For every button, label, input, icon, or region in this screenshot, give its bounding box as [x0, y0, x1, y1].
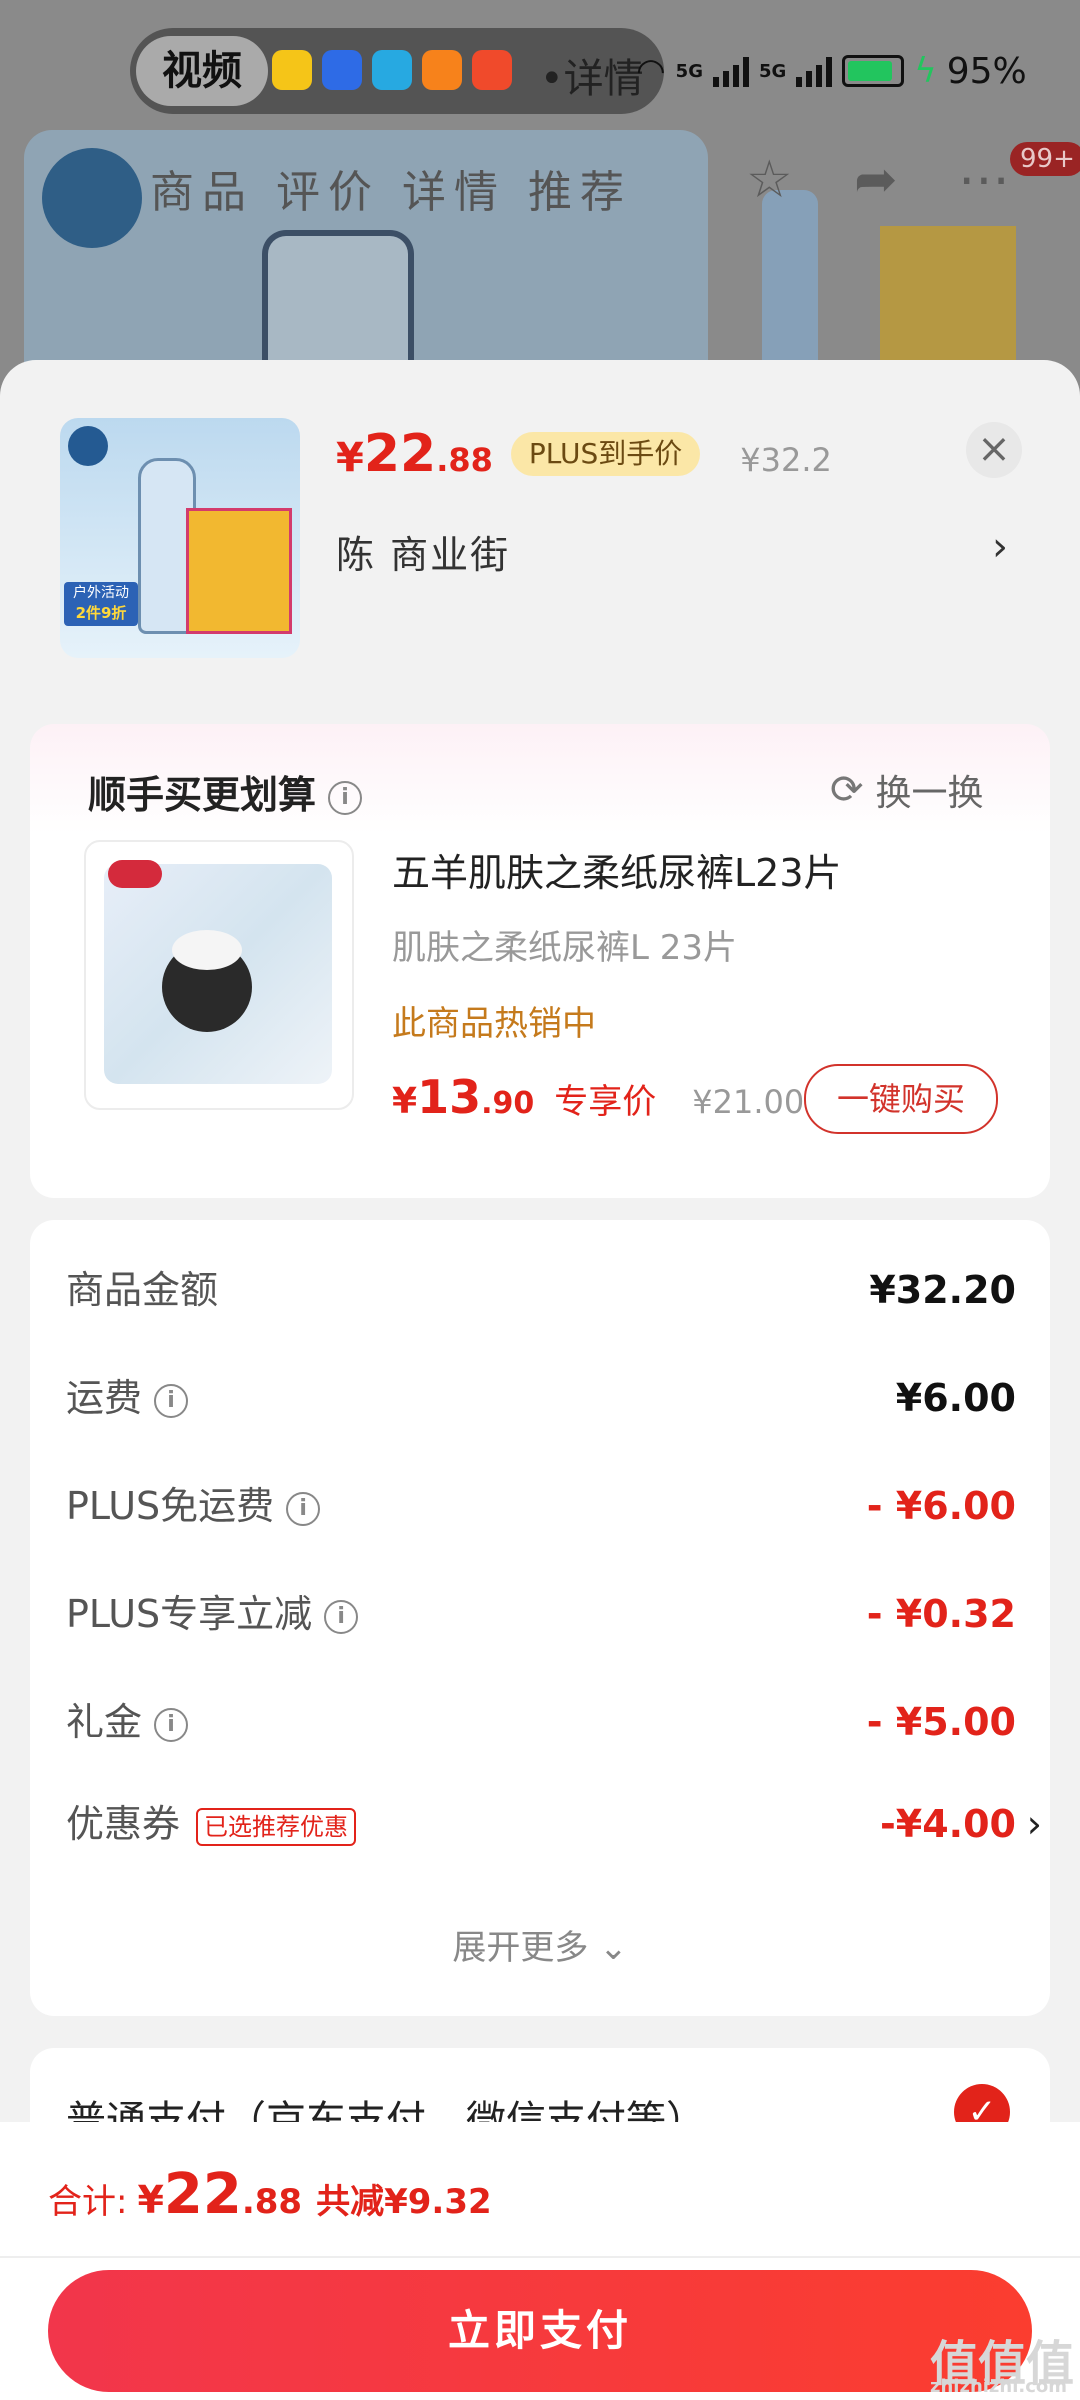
price-summary-card: 商品金额 ¥32.20 运费 i ¥6.00 PLUS免运费 i - ¥6.00 P…: [30, 1220, 1050, 2016]
upsell-title: 顺手买更划算 i: [88, 764, 363, 819]
close-icon: ×: [977, 426, 1011, 472]
background-tabs: 商品 评价 详情 推荐: [150, 167, 632, 218]
app-icon: [472, 50, 512, 90]
order-total: 合计: ¥ 22 .88 共减¥9.32: [48, 2162, 492, 2227]
charging-icon: ϟ: [914, 51, 937, 91]
status-bar: 视频 •详情 ◠ 5G 5G ϟ 95%: [0, 28, 1080, 118]
expand-more-button[interactable]: 展开更多 ⌄: [30, 1920, 1050, 1969]
upsell-product-image[interactable]: [84, 840, 354, 1110]
product-price: ¥ 22 .88 PLUS到手价 ¥32.2: [336, 424, 832, 484]
weibo-icon: [272, 50, 312, 90]
plus-price-tag: PLUS到手价: [510, 432, 701, 476]
upsell-product-subtitle: 肌肤之柔纸尿裤L 23片: [392, 928, 738, 968]
background-brand-logo: [42, 148, 142, 248]
summary-row-plus-discount: PLUS专享立减 i - ¥0.32: [66, 1592, 1016, 1636]
share-icon: ➦: [854, 150, 898, 210]
app-icon: [422, 50, 462, 90]
close-button[interactable]: ×: [966, 422, 1022, 478]
wifi-icon: ◠: [636, 51, 666, 91]
upsell-original-price: ¥21.00: [692, 1083, 805, 1121]
star-icon: ☆: [746, 150, 793, 210]
product-image: 户外活动 2件9折: [60, 418, 300, 658]
battery-icon: [842, 55, 905, 87]
brand-logo: [108, 860, 162, 888]
status-pill-extra: •详情: [540, 56, 644, 102]
exclusive-price-label: 专享价: [554, 1082, 657, 1122]
total-savings: 共减¥9.32: [316, 2182, 492, 2222]
sheep-graphic: [162, 930, 252, 1032]
notification-badge: 99+: [1010, 142, 1080, 176]
more-icon: ⋯: [958, 150, 1010, 210]
network-label: 5G: [675, 60, 703, 82]
signal-icon: [712, 55, 749, 87]
info-icon[interactable]: i: [154, 1383, 189, 1418]
summary-row-shipping: 运费 i ¥6.00: [66, 1376, 1016, 1420]
checkout-sheet: 户外活动 2件9折 ¥ 22 .88 PLUS到手价 ¥32.2 × 陈 商业街…: [0, 360, 1080, 2400]
summary-row-subtotal: 商品金额 ¥32.20: [66, 1268, 1016, 1312]
summary-row-plus-free-shipping: PLUS免运费 i - ¥6.00: [66, 1484, 1016, 1528]
coupon-tag: 已选推荐优惠: [196, 1807, 357, 1846]
info-icon[interactable]: i: [324, 1599, 359, 1634]
original-price: ¥32.2: [740, 441, 832, 479]
info-icon[interactable]: i: [328, 780, 363, 815]
battery-level: 95%: [946, 50, 1027, 92]
promo-tag: 户外活动 2件9折: [64, 582, 138, 626]
status-pill-label: 视频: [136, 36, 268, 106]
swap-button[interactable]: ⟳ 换一换: [830, 764, 984, 816]
divider: [0, 2256, 1080, 2258]
chevron-right-icon[interactable]: ›: [1027, 1794, 1042, 1854]
info-icon[interactable]: i: [154, 1707, 189, 1742]
upsell-card: 顺手买更划算 i ⟳ 换一换 五羊肌肤之柔纸尿裤L23片 肌肤之柔纸尿裤L 23片 …: [30, 724, 1050, 1198]
app-icon: [372, 50, 412, 90]
baidu-icon: [322, 50, 362, 90]
info-icon[interactable]: i: [286, 1491, 321, 1526]
summary-row-coupon[interactable]: 优惠券 已选推荐优惠 -¥4.00 ›: [66, 1794, 1042, 1854]
chevron-down-icon: ⌄: [599, 1928, 628, 1968]
box-graphic: [186, 508, 292, 634]
brand-logo: [68, 426, 108, 466]
network-label: 5G: [758, 60, 787, 82]
signal-icon: [796, 55, 833, 87]
upsell-hot-label: 此商品热销中: [392, 1004, 596, 1044]
delivery-address[interactable]: 陈 商业街: [336, 524, 510, 579]
refresh-icon: ⟳: [830, 767, 864, 813]
status-indicators: ◠ 5G 5G ϟ 95%: [636, 46, 1027, 96]
upsell-product-name[interactable]: 五羊肌肤之柔纸尿裤L23片: [392, 842, 842, 897]
one-click-buy-button[interactable]: 一键购买: [804, 1064, 998, 1134]
bottom-bar: 合计: ¥ 22 .88 共减¥9.32 立即支付: [0, 2122, 1080, 2400]
pay-now-button[interactable]: 立即支付: [48, 2270, 1032, 2392]
watermark: 值值值 zhizhizhi.com: [930, 2336, 1075, 2397]
summary-row-gift-cash: 礼金 i - ¥5.00: [66, 1700, 1016, 1744]
upsell-price: ¥ 13 .90 专享价 ¥21.00: [392, 1070, 805, 1124]
chevron-right-icon[interactable]: ›: [992, 524, 1008, 570]
